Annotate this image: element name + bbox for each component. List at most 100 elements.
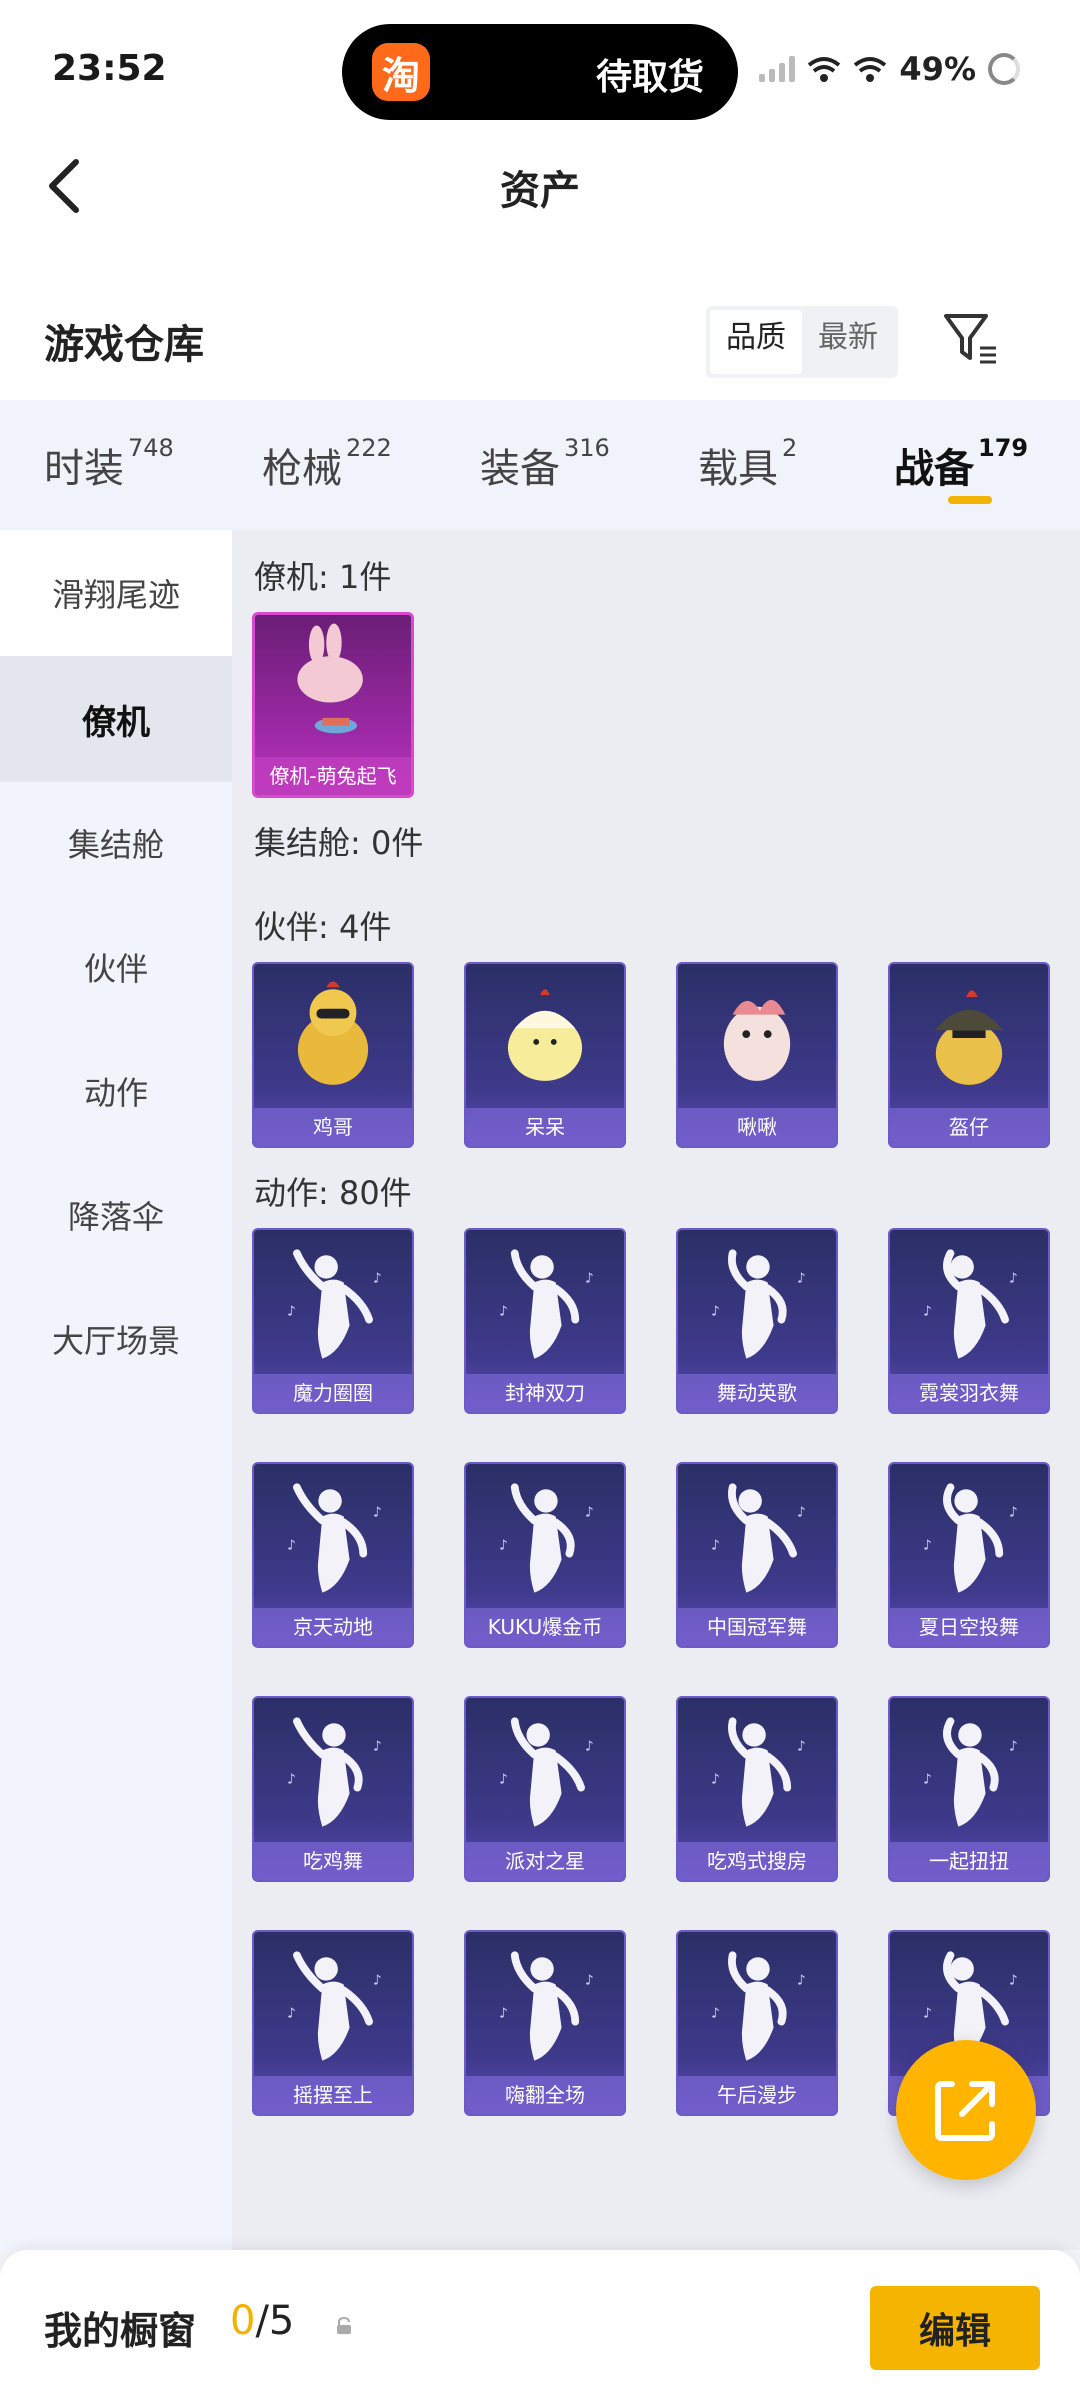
- svg-text:♪: ♪: [711, 1304, 720, 1320]
- battery-percent: 49%: [899, 50, 976, 88]
- svg-text:♪: ♪: [585, 1505, 594, 1521]
- svg-text:♪: ♪: [499, 1772, 508, 1788]
- svg-text:♪: ♪: [1009, 1271, 1018, 1287]
- item-name: 僚机-萌兔起飞: [255, 757, 411, 795]
- status-time: 23:52: [52, 48, 167, 89]
- item-card[interactable]: ♪ ♪ 中国冠军舞: [676, 1462, 838, 1648]
- item-name: 舞动英歌: [678, 1374, 836, 1412]
- item-card[interactable]: 呆呆: [464, 962, 626, 1148]
- svg-text:♪: ♪: [1009, 1739, 1018, 1755]
- svg-text:♪: ♪: [1009, 1505, 1018, 1521]
- item-card[interactable]: ♪ ♪ 霓裳羽衣舞: [888, 1228, 1050, 1414]
- chicken-partner-icon: [297, 981, 369, 1085]
- dancer-silhouette-icon: ♪♪: [711, 1951, 806, 2061]
- wifi-icon: [808, 57, 841, 82]
- side-item-glide-trail[interactable]: 滑翔尾迹: [0, 530, 232, 656]
- side-item-parachute[interactable]: 降落伞: [0, 1152, 232, 1278]
- sort-toggle: 品质 最新: [706, 306, 898, 378]
- tab-equipment[interactable]: 装备 316: [480, 434, 610, 494]
- dancer-silhouette-icon: ♪♪: [499, 1717, 594, 1827]
- item-card[interactable]: ♪ ♪ 午后漫步: [676, 1930, 838, 2116]
- item-card[interactable]: ♪ ♪ 派对之星: [464, 1696, 626, 1882]
- dancer-silhouette-icon: ♪♪: [499, 1951, 594, 2061]
- status-bar: 23:52 淘 待取货 49%: [0, 0, 1080, 130]
- item-card[interactable]: 僚机-萌兔起飞: [252, 612, 414, 798]
- taobao-app-icon: 淘: [372, 43, 430, 101]
- item-card[interactable]: ♪ ♪ 吃鸡式搜房: [676, 1696, 838, 1882]
- svg-text:♪: ♪: [797, 1739, 806, 1755]
- item-card[interactable]: ♪ ♪ 嗨翻全场: [464, 1930, 626, 2116]
- page-title: 资产: [500, 168, 580, 214]
- dancer-silhouette-icon: ♪♪: [287, 1483, 382, 1593]
- side-item-wingman[interactable]: 僚机: [0, 656, 232, 782]
- active-tab-indicator: [948, 496, 992, 504]
- item-name: 派对之星: [466, 1842, 624, 1880]
- svg-text:♪: ♪: [797, 1973, 806, 1989]
- tab-vehicles[interactable]: 载具 2: [698, 434, 797, 494]
- side-nav: 滑翔尾迹 僚机 集结舱 伙伴 动作 降落伞 大厅场景: [0, 530, 232, 2250]
- item-card[interactable]: ♪ ♪ 一起扭扭: [888, 1696, 1050, 1882]
- dancer-silhouette-icon: ♪♪: [287, 1717, 382, 1827]
- svg-text:♪: ♪: [499, 2006, 508, 2022]
- item-name: KUKU爆金币: [466, 1608, 624, 1646]
- showcase-label: 我的橱窗: [44, 2309, 197, 2353]
- filter-icon[interactable]: [940, 308, 1000, 368]
- svg-text:♪: ♪: [797, 1271, 806, 1287]
- item-card[interactable]: 鸡哥: [252, 962, 414, 1148]
- dancer-silhouette-icon: ♪♪: [923, 1249, 1018, 1359]
- dancer-silhouette-icon: ♪♪: [499, 1249, 594, 1359]
- section-header-partner: 伙伴: 4件: [254, 908, 392, 946]
- sort-quality-button[interactable]: 品质: [710, 310, 802, 374]
- signal-icon: [759, 56, 796, 82]
- tab-weapons[interactable]: 枪械 222: [262, 434, 392, 494]
- side-item-capsule[interactable]: 集结舱: [0, 780, 232, 906]
- warehouse-header: 游戏仓库 品质 最新: [0, 240, 1080, 400]
- svg-text:♪: ♪: [585, 1973, 594, 1989]
- side-item-emote[interactable]: 动作: [0, 1028, 232, 1154]
- share-icon: [935, 2081, 995, 2141]
- item-card[interactable]: 盔仔: [888, 962, 1050, 1148]
- item-grid: 僚机: 1件 僚机-萌兔起飞 集结舱: 0件 伙伴: 4件 鸡哥 呆呆 啾啾 盔…: [232, 530, 1080, 2250]
- chick-partner-icon: [507, 989, 583, 1081]
- tab-battle-prep[interactable]: 战备 179: [894, 434, 1028, 494]
- section-header-wingman: 僚机: 1件: [254, 558, 392, 596]
- item-name: 啾啾: [678, 1108, 836, 1146]
- item-card[interactable]: ♪ ♪ 舞动英歌: [676, 1228, 838, 1414]
- svg-text:♪: ♪: [499, 1538, 508, 1554]
- item-card[interactable]: 啾啾: [676, 962, 838, 1148]
- item-name: 盔仔: [890, 1108, 1048, 1146]
- item-name: 鸡哥: [254, 1108, 412, 1146]
- item-card[interactable]: ♪ ♪ 封神双刀: [464, 1228, 626, 1414]
- item-name: 一起扭扭: [890, 1842, 1048, 1880]
- bird-partner-icon: [723, 999, 791, 1081]
- item-name: 摇摆至上: [254, 2076, 412, 2114]
- item-card[interactable]: ♪ ♪ KUKU爆金币: [464, 1462, 626, 1648]
- side-item-lobby-scene[interactable]: 大厅场景: [0, 1276, 232, 1402]
- notification-pill[interactable]: 淘 待取货: [342, 24, 738, 120]
- item-name: 嗨翻全场: [466, 2076, 624, 2114]
- side-item-partner[interactable]: 伙伴: [0, 904, 232, 1030]
- svg-text:♪: ♪: [373, 1973, 382, 1989]
- share-button[interactable]: [896, 2040, 1036, 2180]
- svg-text:♪: ♪: [797, 1505, 806, 1521]
- item-card[interactable]: ♪ ♪ 京天动地: [252, 1462, 414, 1648]
- item-name: 夏日空投舞: [890, 1608, 1048, 1646]
- item-card[interactable]: ♪ ♪ 吃鸡舞: [252, 1696, 414, 1882]
- svg-text:♪: ♪: [923, 2006, 932, 2022]
- item-card[interactable]: ♪ ♪ 夏日空投舞: [888, 1462, 1050, 1648]
- section-header-capsule: 集结舱: 0件: [254, 824, 424, 862]
- svg-text:♪: ♪: [711, 1772, 720, 1788]
- item-card[interactable]: ♪ ♪ 魔力圈圈: [252, 1228, 414, 1414]
- warehouse-title: 游戏仓库: [44, 322, 204, 368]
- svg-text:♪: ♪: [287, 1538, 296, 1554]
- item-card[interactable]: ♪ ♪ 摇摆至上: [252, 1930, 414, 2116]
- dancer-silhouette-icon: ♪♪: [287, 1951, 382, 2061]
- sort-newest-button[interactable]: 最新: [802, 310, 894, 374]
- dancer-silhouette-icon: ♪♪: [287, 1249, 382, 1359]
- edit-button[interactable]: 编辑: [870, 2286, 1040, 2370]
- item-name: 吃鸡式搜房: [678, 1842, 836, 1880]
- dancer-silhouette-icon: ♪♪: [711, 1717, 806, 1827]
- tab-fashion[interactable]: 时装 748: [44, 434, 174, 494]
- item-name: 午后漫步: [678, 2076, 836, 2114]
- svg-text:♪: ♪: [923, 1304, 932, 1320]
